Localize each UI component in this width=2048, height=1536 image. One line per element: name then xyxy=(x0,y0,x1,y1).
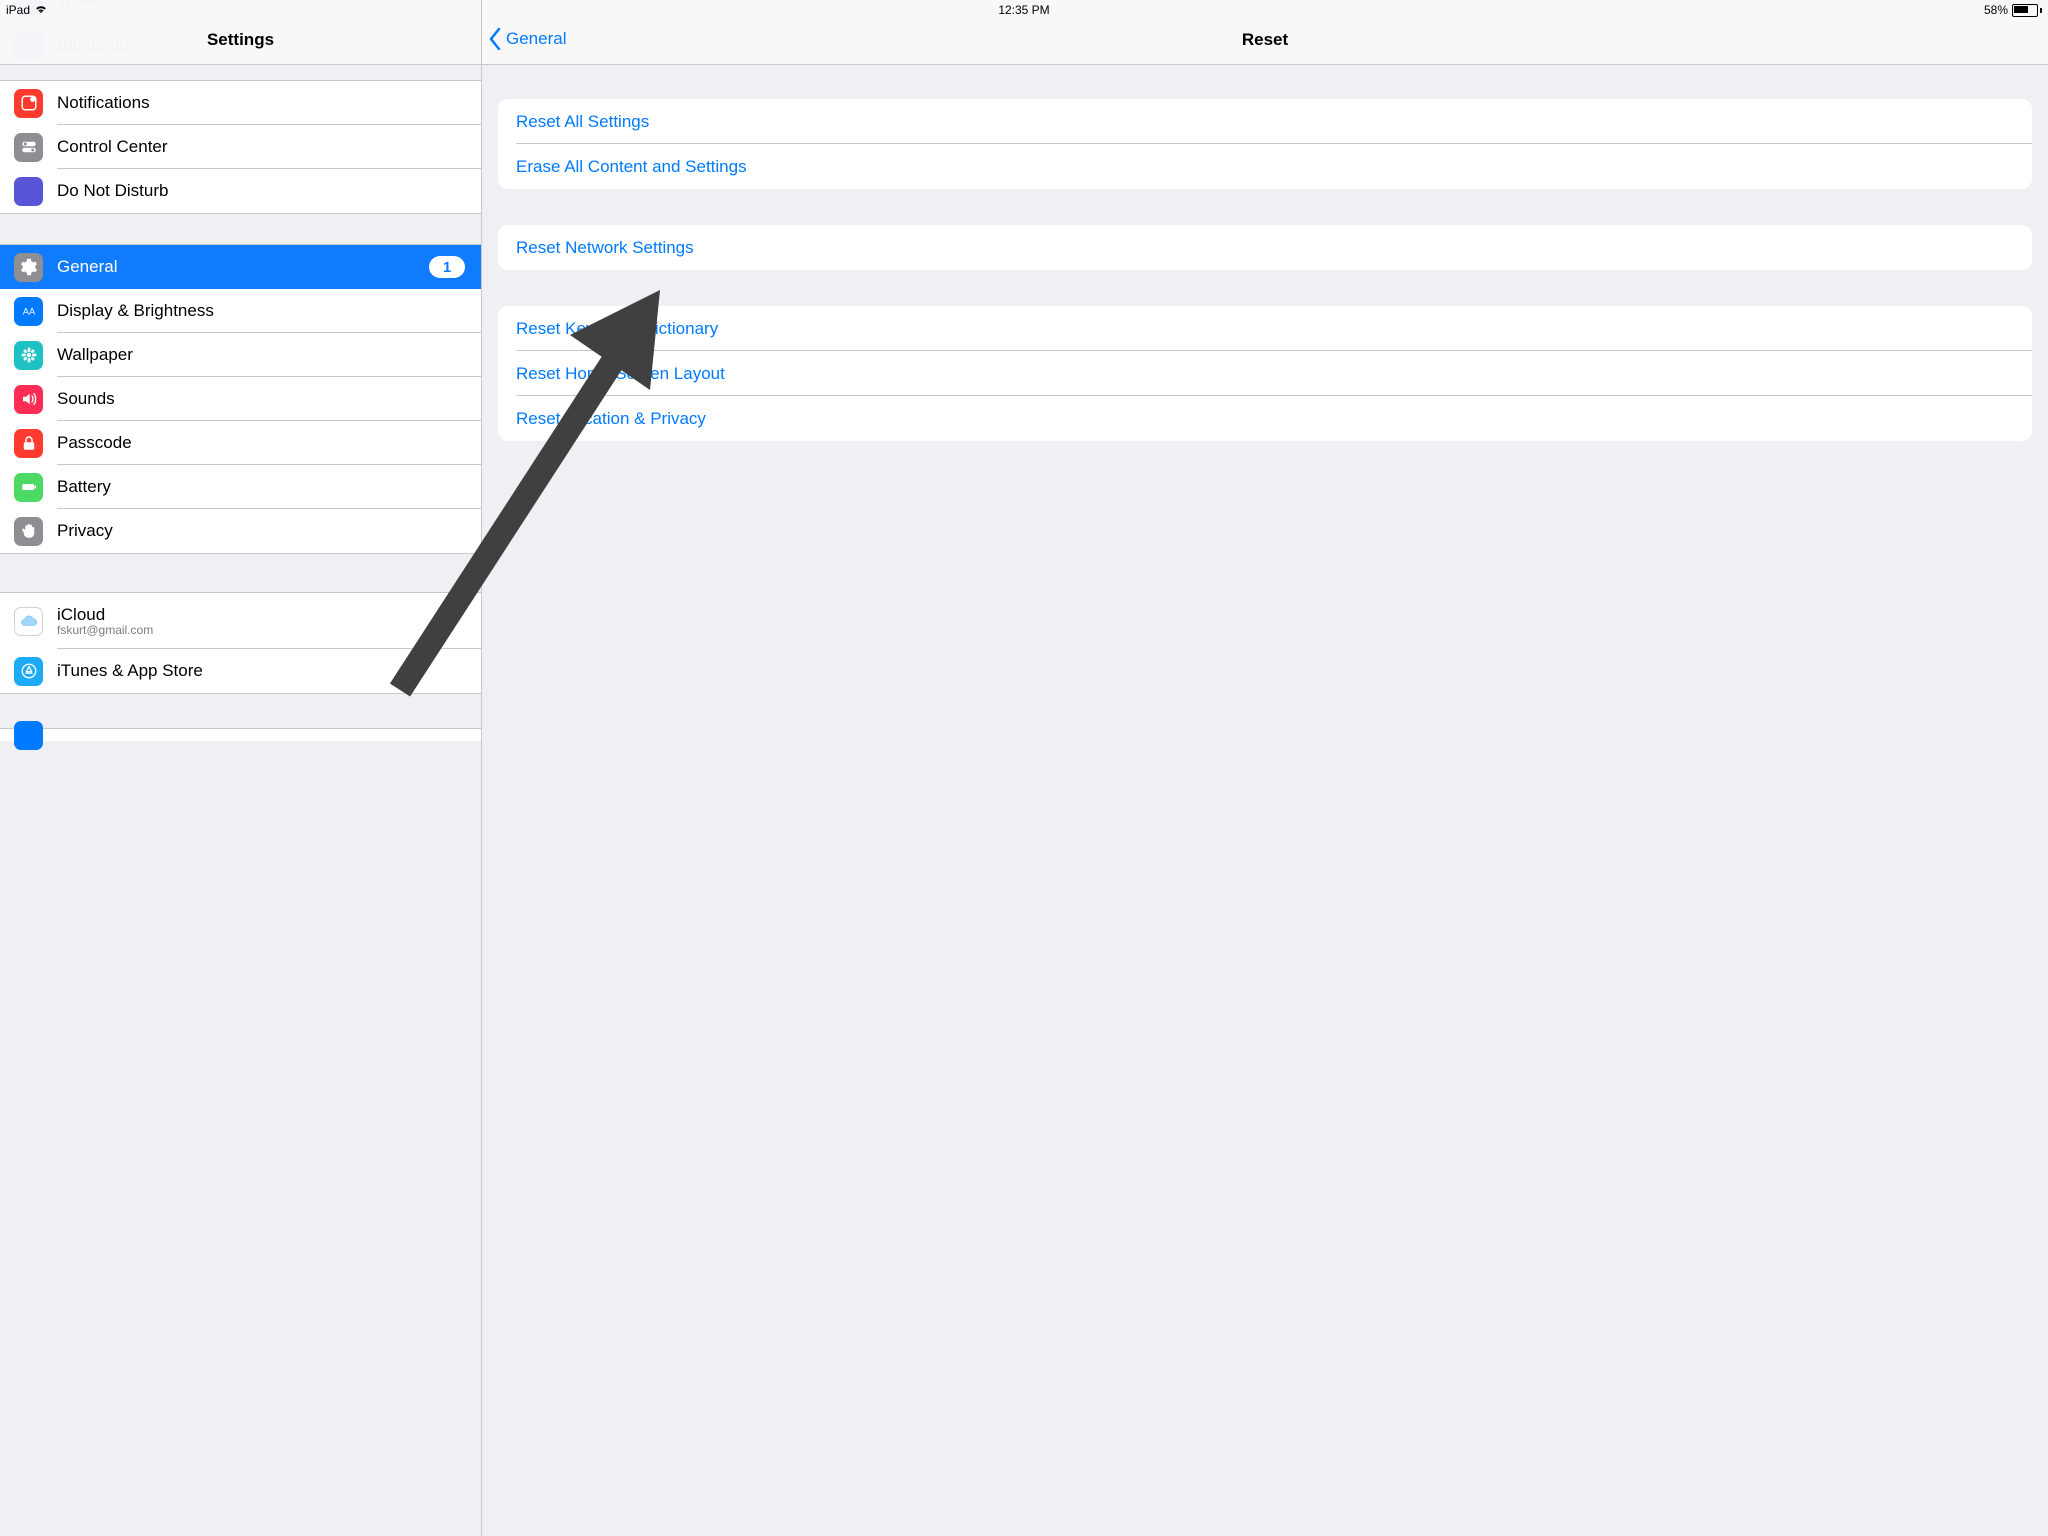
sidebar-item-sounds[interactable]: Sounds xyxy=(0,377,481,421)
flower-icon xyxy=(14,341,43,370)
sidebar-item-general[interactable]: General1 xyxy=(0,245,481,289)
battery-percent: 58% xyxy=(1984,3,2008,17)
sidebar-item-label: Wallpaper xyxy=(57,345,481,365)
sidebar-item-sublabel: fskurt@gmail.com xyxy=(57,623,153,637)
sidebar-item-passcode[interactable]: Passcode xyxy=(0,421,481,465)
sidebar-item-battery[interactable]: Battery xyxy=(0,465,481,509)
reset-option-reset-network[interactable]: Reset Network Settings xyxy=(498,225,2032,270)
sidebar-badge: 1 xyxy=(429,256,465,278)
status-bar: iPad 12:35 PM 58% xyxy=(0,0,2048,20)
wifi-icon xyxy=(34,3,48,17)
sidebar-item-label: iTunes & App Store xyxy=(57,661,481,681)
battery-icon xyxy=(14,473,43,502)
sidebar-item-itunes[interactable]: iTunes & App Store xyxy=(0,649,481,693)
lock-icon xyxy=(14,429,43,458)
sidebar-item-label: Battery xyxy=(57,477,481,497)
hand-icon xyxy=(14,517,43,546)
sidebar-item-label: Display & Brightness xyxy=(57,301,481,321)
sidebar-item-label: Passcode xyxy=(57,433,481,453)
battery-icon xyxy=(2012,4,2042,17)
moon-icon xyxy=(14,177,43,206)
clock: 12:35 PM xyxy=(998,3,1049,17)
gear-icon xyxy=(14,253,43,282)
cloud-icon xyxy=(14,607,43,636)
sidebar-item-display[interactable]: AA Display & Brightness xyxy=(0,289,481,333)
reset-option-label: Reset Network Settings xyxy=(516,238,694,258)
sidebar-item-label: Notifications xyxy=(57,93,481,113)
sidebar-item-label: Privacy xyxy=(57,521,481,541)
sidebar-item-wallpaper[interactable]: Wallpaper xyxy=(0,333,481,377)
reset-option-label: Reset Home Screen Layout xyxy=(516,364,725,384)
sidebar-item-notifications[interactable]: Notifications xyxy=(0,81,481,125)
settings-sidebar: Wi-Fi superhero Bluetooth Off Settings N… xyxy=(0,0,482,1536)
speaker-icon xyxy=(14,385,43,414)
notifications-icon xyxy=(14,89,43,118)
reset-option-reset-all[interactable]: Reset All Settings xyxy=(498,99,2032,144)
sidebar-item-label: General xyxy=(57,257,429,277)
detail-pane: General Reset Reset All Settings Erase Al… xyxy=(482,0,2048,1536)
sidebar-scroll[interactable]: Notifications Control Center Do Not Distur… xyxy=(0,64,481,1536)
reset-option-reset-home[interactable]: Reset Home Screen Layout xyxy=(498,351,2032,396)
reset-option-reset-keyboard[interactable]: Reset Keyboard Dictionary xyxy=(498,306,2032,351)
reset-option-label: Erase All Content and Settings xyxy=(516,157,747,177)
reset-option-label: Reset Location & Privacy xyxy=(516,409,706,429)
appstore-icon xyxy=(14,657,43,686)
sidebar-item-label: iCloud xyxy=(57,605,153,625)
sidebar-item-icloud[interactable]: iCloudfskurt@gmail.com xyxy=(0,593,481,649)
sidebar-item-dnd[interactable]: Do Not Disturb xyxy=(0,169,481,213)
device-label: iPad xyxy=(6,3,30,17)
detail-scroll[interactable]: Reset All Settings Erase All Content and … xyxy=(482,65,2048,1536)
reset-option-label: Reset All Settings xyxy=(516,112,649,132)
sidebar-title: Settings xyxy=(207,30,274,50)
sidebar-item-partial[interactable] xyxy=(0,729,481,741)
reset-option-erase-all[interactable]: Erase All Content and Settings xyxy=(498,144,2032,189)
toggles-icon xyxy=(14,133,43,162)
sidebar-item-control-center[interactable]: Control Center xyxy=(0,125,481,169)
sidebar-item-label: Control Center xyxy=(57,137,481,157)
svg-text:AA: AA xyxy=(22,306,35,316)
back-button[interactable]: General xyxy=(488,28,566,50)
reset-option-reset-location[interactable]: Reset Location & Privacy xyxy=(498,396,2032,441)
sidebar-item-label: Sounds xyxy=(57,389,481,409)
sidebar-item-label: Do Not Disturb xyxy=(57,181,481,201)
reset-option-label: Reset Keyboard Dictionary xyxy=(516,319,718,339)
back-button-label: General xyxy=(506,29,566,49)
detail-title: Reset xyxy=(1242,30,1288,50)
sidebar-item-privacy[interactable]: Privacy xyxy=(0,509,481,553)
aa-icon: AA xyxy=(14,297,43,326)
partial-row-icon xyxy=(14,721,43,750)
